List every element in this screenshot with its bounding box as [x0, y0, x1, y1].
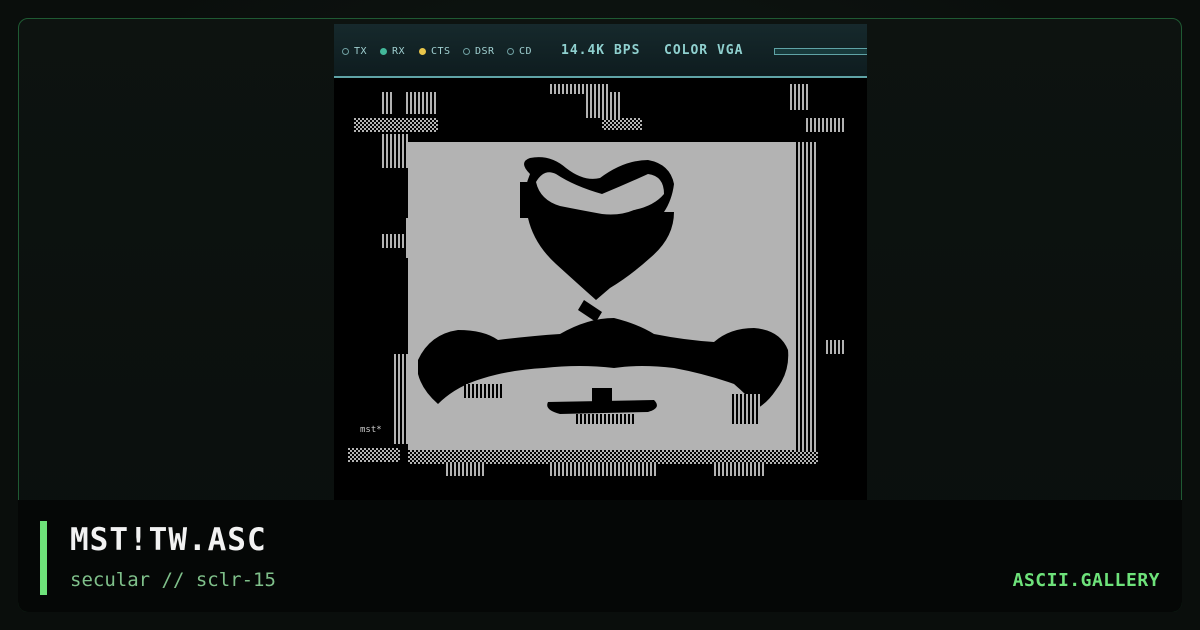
indicator-label: DSR [475, 45, 495, 57]
art-right-border [796, 142, 818, 462]
led-cd-icon [507, 47, 514, 55]
indicator-cd: CD [507, 45, 532, 57]
page: TX RX CTS DSR CD 14.4K BPS COLOR VGA mst… [0, 0, 1200, 630]
caption-footer: MST!TW.ASC secular // sclr-15 ASCII.GALL… [18, 500, 1182, 612]
ascii-artwork: mst* [334, 78, 867, 500]
led-tx-icon [342, 47, 349, 55]
led-cts-icon [419, 47, 426, 55]
accent-bar [40, 521, 47, 595]
indicator-label: TX [354, 45, 368, 57]
indicator-dsr: DSR [463, 45, 495, 57]
indicator-tx: TX [342, 45, 367, 57]
indicator-rx: RX [380, 45, 405, 57]
led-dsr-icon [463, 47, 470, 55]
art-bottom-border [408, 450, 818, 464]
artwork-title: MST!TW.ASC [70, 522, 267, 558]
transfer-progress-bar [774, 48, 867, 55]
modem-status-bar: TX RX CTS DSR CD 14.4K BPS COLOR VGA [334, 24, 867, 78]
site-brand-link[interactable]: ASCII.GALLERY [1013, 570, 1160, 591]
terminal-window: TX RX CTS DSR CD 14.4K BPS COLOR VGA mst… [334, 24, 867, 500]
display-mode: COLOR VGA [664, 43, 744, 58]
indicator-cts: CTS [419, 45, 451, 57]
artwork-subtitle: secular // sclr-15 [70, 569, 276, 591]
baud-rate: 14.4K BPS [561, 43, 641, 58]
indicator-label: CD [519, 45, 533, 57]
led-rx-icon [380, 47, 387, 55]
art-signature: mst* [360, 425, 382, 435]
indicator-label: CTS [431, 45, 451, 57]
indicator-label: RX [392, 45, 406, 57]
